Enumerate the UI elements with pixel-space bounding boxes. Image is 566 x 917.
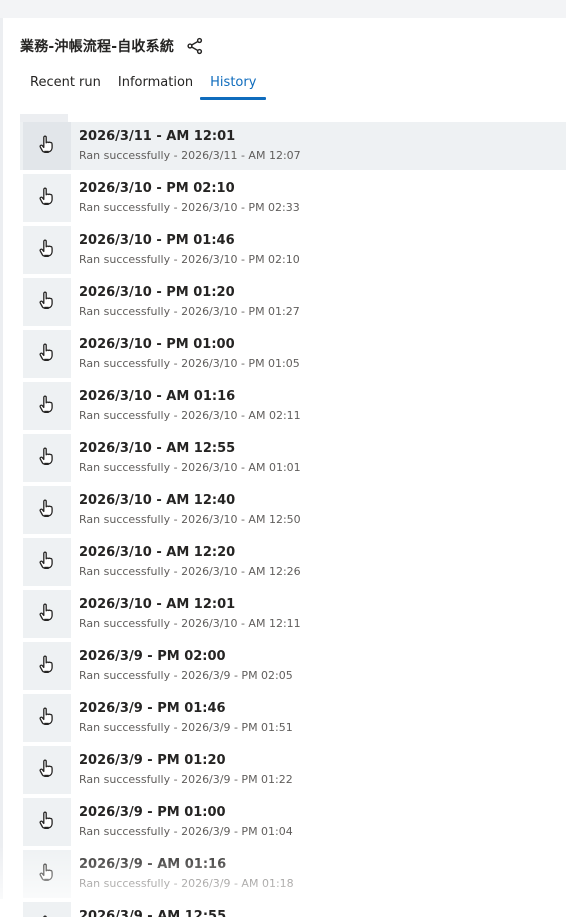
history-item[interactable]: 2026/3/10 - AM 12:55 Ran successfully - … xyxy=(20,434,566,482)
run-status: Ran successfully - 2026/3/9 - PM 01:04 xyxy=(79,825,293,838)
run-type-icon-box xyxy=(23,434,71,482)
flow-title: 業務-沖帳流程-自收系統 xyxy=(20,39,175,55)
hand-pointer-icon xyxy=(39,291,55,313)
run-start-time: 2026/3/11 - AM 12:01 xyxy=(79,129,236,144)
history-item[interactable]: 2026/3/10 - AM 12:20 Ran successfully - … xyxy=(20,538,566,586)
run-type-icon-box xyxy=(23,486,71,534)
run-start-time: 2026/3/10 - AM 12:20 xyxy=(79,545,236,560)
run-start-time: 2026/3/9 - PM 02:00 xyxy=(79,649,226,664)
history-item[interactable]: 2026/3/10 - PM 01:00 Ran successfully - … xyxy=(20,330,566,378)
run-type-icon-box xyxy=(23,330,71,378)
history-item[interactable]: 2026/3/10 - PM 01:46 Ran successfully - … xyxy=(20,226,566,274)
history-item[interactable]: 2026/3/9 - PM 01:20 Ran successfully - 2… xyxy=(20,746,566,794)
run-start-time: 2026/3/10 - AM 12:40 xyxy=(79,493,236,508)
hand-pointer-icon xyxy=(39,187,55,209)
history-item[interactable]: 2026/3/9 - PM 01:00 Ran successfully - 2… xyxy=(20,798,566,846)
run-status: Ran successfully - 2026/3/9 - AM 01:18 xyxy=(79,877,294,890)
hand-pointer-icon xyxy=(39,603,55,625)
hand-pointer-icon xyxy=(39,395,55,417)
tab-history[interactable]: History xyxy=(200,74,267,100)
run-type-icon-box xyxy=(23,642,71,690)
run-start-time: 2026/3/10 - AM 01:16 xyxy=(79,389,236,404)
run-status: Ran successfully - 2026/3/10 - PM 01:05 xyxy=(79,357,300,370)
hand-pointer-icon xyxy=(39,863,55,885)
run-status: Ran successfully - 2026/3/10 - AM 12:11 xyxy=(79,617,301,630)
run-type-icon-box xyxy=(23,694,71,742)
history-item[interactable]: 2026/3/9 - AM 12:55 xyxy=(20,902,566,917)
run-type-icon-box xyxy=(23,538,71,586)
run-type-icon-box xyxy=(23,382,71,430)
run-status: Ran successfully - 2026/3/10 - PM 01:27 xyxy=(79,305,300,318)
run-start-time: 2026/3/10 - AM 12:55 xyxy=(79,441,236,456)
hand-pointer-icon xyxy=(39,239,55,261)
run-start-time: 2026/3/9 - PM 01:20 xyxy=(79,753,226,768)
history-item[interactable]: 2026/3/10 - PM 01:20 Ran successfully - … xyxy=(20,278,566,326)
run-status: Ran successfully - 2026/3/9 - PM 02:05 xyxy=(79,669,293,682)
run-start-time: 2026/3/10 - PM 02:10 xyxy=(79,181,235,196)
run-start-time: 2026/3/10 - PM 01:46 xyxy=(79,233,235,248)
run-type-icon-box xyxy=(23,850,71,898)
run-start-time: 2026/3/10 - AM 12:01 xyxy=(79,597,236,612)
history-item[interactable]: 2026/3/11 - AM 12:01 Ran successfully - … xyxy=(20,122,566,170)
run-type-icon-box xyxy=(23,590,71,638)
history-item[interactable]: 2026/3/10 - PM 02:10 Ran successfully - … xyxy=(20,174,566,222)
run-type-icon-box xyxy=(23,278,71,326)
history-item[interactable]: 2026/3/9 - AM 01:16 Ran successfully - 2… xyxy=(20,850,566,898)
run-type-icon-box xyxy=(23,746,71,794)
history-item[interactable]: 2026/3/9 - PM 01:46 Ran successfully - 2… xyxy=(20,694,566,742)
flow-details-panel: 業務-沖帳流程-自收系統 Recent run Information Hist… xyxy=(3,18,566,917)
run-status: Ran successfully - 2026/3/10 - PM 02:33 xyxy=(79,201,300,214)
run-status: Ran successfully - 2026/3/10 - PM 02:10 xyxy=(79,253,300,266)
history-item[interactable]: 2026/3/10 - AM 12:01 Ran successfully - … xyxy=(20,590,566,638)
list-scroll-edge xyxy=(20,114,68,122)
history-item[interactable]: 2026/3/10 - AM 12:40 Ran successfully - … xyxy=(20,486,566,534)
hand-pointer-icon xyxy=(39,499,55,521)
history-item[interactable]: 2026/3/10 - AM 01:16 Ran successfully - … xyxy=(20,382,566,430)
hand-pointer-icon xyxy=(39,759,55,781)
run-status: Ran successfully - 2026/3/10 - AM 12:26 xyxy=(79,565,301,578)
hand-pointer-icon xyxy=(39,447,55,469)
tab-bar: Recent run Information History xyxy=(28,74,271,100)
hand-pointer-icon xyxy=(39,707,55,729)
run-type-icon-box xyxy=(23,902,71,917)
run-status: Ran successfully - 2026/3/11 - AM 12:07 xyxy=(79,149,301,162)
title-row: 業務-沖帳流程-自收系統 xyxy=(20,36,204,56)
run-status: Ran successfully - 2026/3/9 - PM 01:51 xyxy=(79,721,293,734)
run-start-time: 2026/3/10 - PM 01:20 xyxy=(79,285,235,300)
run-start-time: 2026/3/9 - AM 12:55 xyxy=(79,909,227,917)
hand-pointer-icon xyxy=(39,343,55,365)
hand-pointer-icon xyxy=(39,655,55,677)
run-start-time: 2026/3/9 - PM 01:46 xyxy=(79,701,226,716)
tab-information[interactable]: Information xyxy=(116,74,195,96)
run-start-time: 2026/3/9 - PM 01:00 xyxy=(79,805,226,820)
run-type-icon-box xyxy=(23,122,71,170)
run-type-icon-box xyxy=(23,174,71,222)
run-status: Ran successfully - 2026/3/10 - AM 01:01 xyxy=(79,461,301,474)
run-status: Ran successfully - 2026/3/10 - AM 12:50 xyxy=(79,513,301,526)
history-list[interactable]: 2026/3/11 - AM 12:01 Ran successfully - … xyxy=(20,114,566,917)
run-type-icon-box xyxy=(23,798,71,846)
hand-pointer-icon xyxy=(39,551,55,573)
tab-recent-run[interactable]: Recent run xyxy=(28,74,103,96)
run-start-time: 2026/3/9 - AM 01:16 xyxy=(79,857,227,872)
hand-pointer-icon xyxy=(39,811,55,833)
run-type-icon-box xyxy=(23,226,71,274)
run-start-time: 2026/3/10 - PM 01:00 xyxy=(79,337,235,352)
history-item[interactable]: 2026/3/9 - PM 02:00 Ran successfully - 2… xyxy=(20,642,566,690)
top-bar xyxy=(0,0,566,18)
hand-pointer-icon xyxy=(39,135,55,157)
run-status: Ran successfully - 2026/3/9 - PM 01:22 xyxy=(79,773,293,786)
share-icon[interactable] xyxy=(186,37,204,55)
run-status: Ran successfully - 2026/3/10 - AM 02:11 xyxy=(79,409,301,422)
